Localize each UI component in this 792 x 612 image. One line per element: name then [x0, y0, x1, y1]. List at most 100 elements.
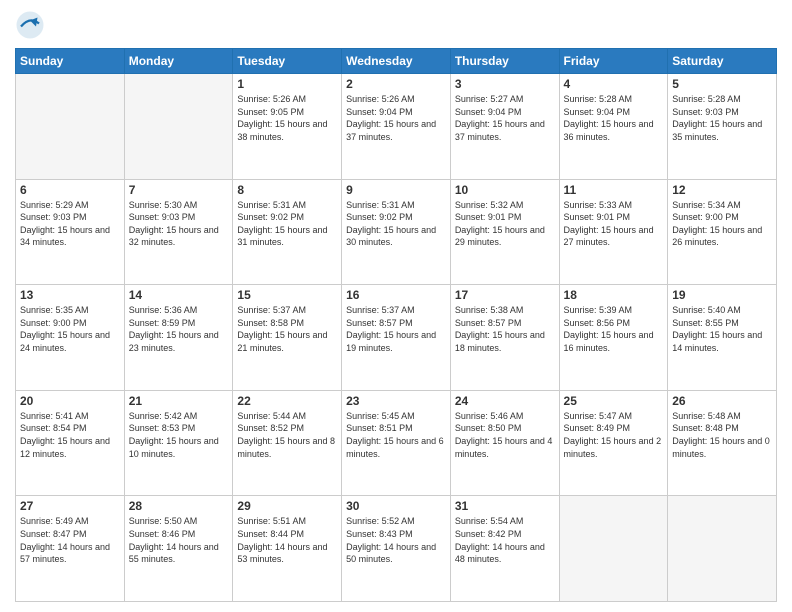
calendar-cell: 31 Sunrise: 5:54 AMSunset: 8:42 PMDayligh… — [450, 496, 559, 602]
calendar-cell — [16, 74, 125, 180]
day-number: 10 — [455, 183, 555, 197]
weekday-header: Sunday — [16, 49, 125, 74]
calendar-cell: 17 Sunrise: 5:38 AMSunset: 8:57 PMDayligh… — [450, 285, 559, 391]
day-number: 17 — [455, 288, 555, 302]
day-info: Sunrise: 5:45 AMSunset: 8:51 PMDaylight:… — [346, 410, 446, 460]
day-info: Sunrise: 5:48 AMSunset: 8:48 PMDaylight:… — [672, 410, 772, 460]
day-info: Sunrise: 5:31 AMSunset: 9:02 PMDaylight:… — [237, 199, 337, 249]
calendar-cell: 20 Sunrise: 5:41 AMSunset: 8:54 PMDayligh… — [16, 390, 125, 496]
weekday-header: Tuesday — [233, 49, 342, 74]
day-info: Sunrise: 5:37 AMSunset: 8:58 PMDaylight:… — [237, 304, 337, 354]
day-number: 16 — [346, 288, 446, 302]
day-info: Sunrise: 5:31 AMSunset: 9:02 PMDaylight:… — [346, 199, 446, 249]
calendar-cell: 25 Sunrise: 5:47 AMSunset: 8:49 PMDayligh… — [559, 390, 668, 496]
calendar-week: 20 Sunrise: 5:41 AMSunset: 8:54 PMDayligh… — [16, 390, 777, 496]
day-number: 4 — [564, 77, 664, 91]
day-info: Sunrise: 5:46 AMSunset: 8:50 PMDaylight:… — [455, 410, 555, 460]
day-info: Sunrise: 5:37 AMSunset: 8:57 PMDaylight:… — [346, 304, 446, 354]
day-info: Sunrise: 5:36 AMSunset: 8:59 PMDaylight:… — [129, 304, 229, 354]
calendar-cell: 28 Sunrise: 5:50 AMSunset: 8:46 PMDayligh… — [124, 496, 233, 602]
day-number: 20 — [20, 394, 120, 408]
calendar-cell: 18 Sunrise: 5:39 AMSunset: 8:56 PMDayligh… — [559, 285, 668, 391]
calendar-cell: 9Sunrise: 5:31 AMSunset: 9:02 PMDaylight… — [342, 179, 451, 285]
calendar-cell: 7Sunrise: 5:30 AMSunset: 9:03 PMDaylight… — [124, 179, 233, 285]
day-number: 24 — [455, 394, 555, 408]
day-number: 14 — [129, 288, 229, 302]
weekday-header: Wednesday — [342, 49, 451, 74]
day-number: 15 — [237, 288, 337, 302]
day-info: Sunrise: 5:38 AMSunset: 8:57 PMDaylight:… — [455, 304, 555, 354]
calendar-cell: 29 Sunrise: 5:51 AMSunset: 8:44 PMDayligh… — [233, 496, 342, 602]
day-info: Sunrise: 5:27 AMSunset: 9:04 PMDaylight:… — [455, 93, 555, 143]
day-info: Sunrise: 5:35 AMSunset: 9:00 PMDaylight:… — [20, 304, 120, 354]
day-number: 2 — [346, 77, 446, 91]
calendar-week: 1 Sunrise: 5:26 AMSunset: 9:05 PMDaylight… — [16, 74, 777, 180]
day-info: Sunrise: 5:40 AMSunset: 8:55 PMDaylight:… — [672, 304, 772, 354]
calendar-cell: 1 Sunrise: 5:26 AMSunset: 9:05 PMDaylight… — [233, 74, 342, 180]
day-info: Sunrise: 5:47 AMSunset: 8:49 PMDaylight:… — [564, 410, 664, 460]
calendar-cell: 24 Sunrise: 5:46 AMSunset: 8:50 PMDayligh… — [450, 390, 559, 496]
day-number: 29 — [237, 499, 337, 513]
day-number: 3 — [455, 77, 555, 91]
day-number: 18 — [564, 288, 664, 302]
calendar-cell: 8 Sunrise: 5:31 AMSunset: 9:02 PMDaylight… — [233, 179, 342, 285]
calendar-cell: 11Sunrise: 5:33 AMSunset: 9:01 PMDayligh… — [559, 179, 668, 285]
day-info: Sunrise: 5:26 AMSunset: 9:05 PMDaylight:… — [237, 93, 337, 143]
day-number: 21 — [129, 394, 229, 408]
day-info: Sunrise: 5:42 AMSunset: 8:53 PMDaylight:… — [129, 410, 229, 460]
day-info: Sunrise: 5:50 AMSunset: 8:46 PMDaylight:… — [129, 515, 229, 565]
day-number: 26 — [672, 394, 772, 408]
weekday-header: Thursday — [450, 49, 559, 74]
day-info: Sunrise: 5:51 AMSunset: 8:44 PMDaylight:… — [237, 515, 337, 565]
day-number: 25 — [564, 394, 664, 408]
day-number: 13 — [20, 288, 120, 302]
header — [15, 10, 777, 40]
calendar-cell: 21 Sunrise: 5:42 AMSunset: 8:53 PMDayligh… — [124, 390, 233, 496]
day-number: 19 — [672, 288, 772, 302]
day-info: Sunrise: 5:54 AMSunset: 8:42 PMDaylight:… — [455, 515, 555, 565]
day-info: Sunrise: 5:33 AMSunset: 9:01 PMDaylight:… — [564, 199, 664, 249]
calendar-header: SundayMondayTuesdayWednesdayThursdayFrid… — [16, 49, 777, 74]
day-info: Sunrise: 5:26 AMSunset: 9:04 PMDaylight:… — [346, 93, 446, 143]
calendar-cell: 2 Sunrise: 5:26 AMSunset: 9:04 PMDaylight… — [342, 74, 451, 180]
weekday-header: Friday — [559, 49, 668, 74]
calendar-cell: 22 Sunrise: 5:44 AMSunset: 8:52 PMDayligh… — [233, 390, 342, 496]
calendar-cell: 27 Sunrise: 5:49 AMSunset: 8:47 PMDayligh… — [16, 496, 125, 602]
day-number: 12 — [672, 183, 772, 197]
calendar-cell — [559, 496, 668, 602]
calendar-cell: 14 Sunrise: 5:36 AMSunset: 8:59 PMDayligh… — [124, 285, 233, 391]
calendar-cell: 23Sunrise: 5:45 AMSunset: 8:51 PMDayligh… — [342, 390, 451, 496]
day-info: Sunrise: 5:34 AMSunset: 9:00 PMDaylight:… — [672, 199, 772, 249]
day-number: 28 — [129, 499, 229, 513]
calendar-week: 13 Sunrise: 5:35 AMSunset: 9:00 PMDayligh… — [16, 285, 777, 391]
day-number: 6 — [20, 183, 120, 197]
day-info: Sunrise: 5:30 AMSunset: 9:03 PMDaylight:… — [129, 199, 229, 249]
logo — [15, 10, 49, 40]
calendar-week: 27 Sunrise: 5:49 AMSunset: 8:47 PMDayligh… — [16, 496, 777, 602]
calendar-cell: 6 Sunrise: 5:29 AMSunset: 9:03 PMDaylight… — [16, 179, 125, 285]
day-number: 8 — [237, 183, 337, 197]
calendar-cell: 16 Sunrise: 5:37 AMSunset: 8:57 PMDayligh… — [342, 285, 451, 391]
calendar-cell: 4Sunrise: 5:28 AMSunset: 9:04 PMDaylight… — [559, 74, 668, 180]
day-info: Sunrise: 5:44 AMSunset: 8:52 PMDaylight:… — [237, 410, 337, 460]
day-info: Sunrise: 5:32 AMSunset: 9:01 PMDaylight:… — [455, 199, 555, 249]
day-number: 22 — [237, 394, 337, 408]
day-number: 30 — [346, 499, 446, 513]
calendar-cell: 30Sunrise: 5:52 AMSunset: 8:43 PMDayligh… — [342, 496, 451, 602]
calendar-cell: 13 Sunrise: 5:35 AMSunset: 9:00 PMDayligh… — [16, 285, 125, 391]
calendar-cell: 10 Sunrise: 5:32 AMSunset: 9:01 PMDayligh… — [450, 179, 559, 285]
day-info: Sunrise: 5:49 AMSunset: 8:47 PMDaylight:… — [20, 515, 120, 565]
day-info: Sunrise: 5:41 AMSunset: 8:54 PMDaylight:… — [20, 410, 120, 460]
calendar-cell: 19 Sunrise: 5:40 AMSunset: 8:55 PMDayligh… — [668, 285, 777, 391]
weekday-row: SundayMondayTuesdayWednesdayThursdayFrid… — [16, 49, 777, 74]
day-number: 31 — [455, 499, 555, 513]
day-info: Sunrise: 5:39 AMSunset: 8:56 PMDaylight:… — [564, 304, 664, 354]
calendar-cell: 15 Sunrise: 5:37 AMSunset: 8:58 PMDayligh… — [233, 285, 342, 391]
calendar-cell: 12 Sunrise: 5:34 AMSunset: 9:00 PMDayligh… — [668, 179, 777, 285]
calendar-body: 1 Sunrise: 5:26 AMSunset: 9:05 PMDaylight… — [16, 74, 777, 602]
day-number: 27 — [20, 499, 120, 513]
calendar-cell — [124, 74, 233, 180]
day-number: 1 — [237, 77, 337, 91]
day-info: Sunrise: 5:29 AMSunset: 9:03 PMDaylight:… — [20, 199, 120, 249]
calendar: SundayMondayTuesdayWednesdayThursdayFrid… — [15, 48, 777, 602]
